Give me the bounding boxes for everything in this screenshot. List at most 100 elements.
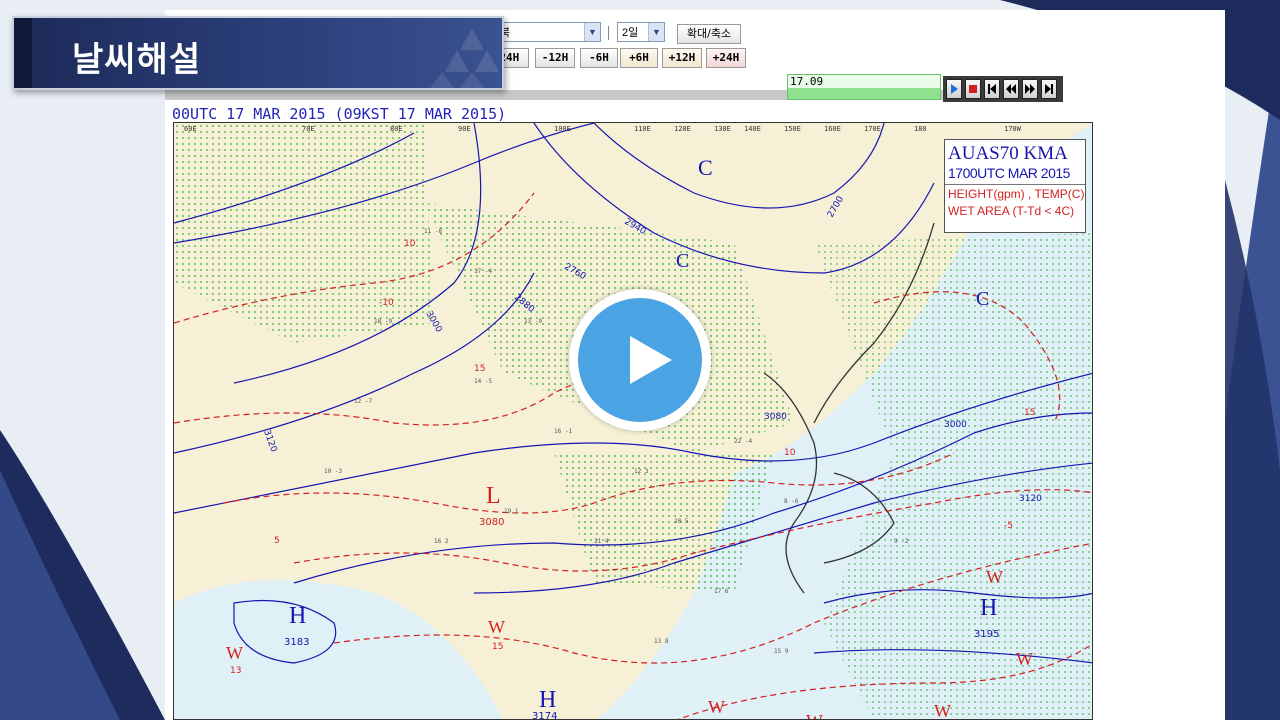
warm-center-w: W [986, 567, 1003, 587]
legend-variables: HEIGHT(gpm) , TEMP(C) [948, 187, 1085, 201]
svg-text:13 -9: 13 -9 [524, 318, 542, 325]
play-icon [951, 84, 958, 94]
svg-text:120E: 120E [674, 125, 691, 133]
skip-end-icon [1045, 84, 1053, 94]
svg-text:170W: 170W [1004, 125, 1022, 133]
step-plus-12h-button[interactable]: +12H [662, 48, 702, 68]
low-center-value: 3080 [479, 517, 504, 528]
previous-frame-button[interactable] [1003, 79, 1019, 99]
svg-text:12 -7: 12 -7 [354, 398, 372, 405]
zoom-button[interactable]: 확대/축소 [677, 24, 741, 44]
slide-title-banner: 날씨해설 [12, 16, 504, 90]
svg-text:80E: 80E [390, 125, 403, 133]
svg-text:160E: 160E [824, 125, 841, 133]
animation-controls [943, 76, 1063, 102]
svg-text:3120: 3120 [261, 429, 278, 454]
svg-text:110E: 110E [634, 125, 651, 133]
warm-center-w: W [708, 697, 725, 717]
step-minus-6h-button[interactable]: -6H [580, 48, 618, 68]
map-caption: 00UTC 17 MAR 2015 (09KST 17 MAR 2015) [172, 105, 507, 123]
warm-center-w: W [488, 617, 505, 637]
current-time-box: 17.09 [787, 74, 941, 100]
svg-text:-5: -5 [1004, 521, 1013, 531]
high-center-h: H [980, 595, 997, 621]
svg-text:15: 15 [474, 364, 485, 374]
svg-text:60E: 60E [184, 125, 197, 133]
step-plus-6h-button[interactable]: +6H [620, 48, 658, 68]
svg-text:22 -4: 22 -4 [734, 438, 752, 445]
svg-text:17 -4: 17 -4 [474, 268, 492, 275]
high-center-value: 3174 [532, 711, 557, 720]
svg-text:20 5: 20 5 [674, 518, 689, 525]
high-center-value: 3195 [974, 629, 999, 640]
legend-wet-area: WET AREA (T-Td < 4C) [948, 204, 1075, 218]
svg-text:170E: 170E [864, 125, 881, 133]
high-center-h: H [539, 687, 556, 713]
low-center-l: L [486, 483, 501, 509]
warm-center-value: 15 [492, 642, 503, 652]
svg-text:11 4: 11 4 [594, 538, 609, 545]
svg-text:10: 10 [784, 448, 796, 458]
svg-text:8 -6: 8 -6 [784, 498, 799, 505]
play-forward-button[interactable] [946, 79, 962, 99]
svg-text:17 6: 17 6 [714, 588, 729, 595]
legend-product: AUAS70 KMA [948, 143, 1068, 164]
slide-title: 날씨해설 [72, 40, 202, 80]
svg-text:10 -3: 10 -3 [324, 468, 342, 475]
period-select-value: 2일 [622, 27, 639, 39]
step-plus-24h-button[interactable]: +24H [706, 48, 746, 68]
svg-text:13 8: 13 8 [654, 638, 669, 645]
svg-text:16 2: 16 2 [434, 538, 449, 545]
svg-text:150E: 150E [784, 125, 801, 133]
fast-forward-icon [1025, 84, 1035, 94]
first-frame-button[interactable] [984, 79, 1000, 99]
cold-center-c: C [676, 250, 689, 272]
svg-text:-10: -10 [379, 298, 394, 308]
svg-text:12 3: 12 3 [634, 468, 649, 475]
cold-center-c: C [976, 288, 989, 310]
warm-center-value: 13 [230, 666, 241, 676]
svg-text:15: 15 [1024, 408, 1035, 418]
svg-text:100E: 100E [554, 125, 571, 133]
svg-text:3080: 3080 [764, 412, 787, 422]
warm-center-w: W [226, 643, 243, 663]
chevron-down-icon: ▼ [648, 23, 664, 41]
svg-text:10: 10 [404, 239, 416, 249]
svg-text:19 1: 19 1 [504, 508, 519, 515]
period-select[interactable]: 2일 ▼ [617, 22, 665, 42]
map-legend: AUAS70 KMA 1700UTC MAR 2015 HEIGHT(gpm) … [944, 139, 1086, 233]
bay-of-bengal [174, 580, 503, 719]
next-frame-button[interactable] [1022, 79, 1038, 99]
svg-text:18 -9: 18 -9 [374, 318, 392, 325]
svg-text:16 -1: 16 -1 [554, 428, 572, 435]
cold-center-c: C [698, 155, 713, 180]
svg-text:140E: 140E [744, 125, 761, 133]
svg-text:15 9: 15 9 [774, 648, 789, 655]
high-center-value: 3183 [284, 637, 309, 648]
rewind-icon [1006, 84, 1016, 94]
triangle-pattern-icon [430, 28, 499, 88]
warm-center-w: W [806, 711, 823, 720]
stop-button[interactable] [965, 79, 981, 99]
play-icon [630, 336, 672, 384]
high-center-h: H [289, 603, 306, 629]
svg-text:3000: 3000 [944, 420, 967, 430]
region-select[interactable]: 북 ▼ [495, 22, 601, 42]
svg-text:3120: 3120 [1019, 494, 1042, 504]
video-play-button[interactable] [569, 289, 711, 431]
toolbar-divider [608, 26, 609, 40]
svg-text:2700: 2700 [826, 194, 846, 219]
svg-text:5: 5 [274, 536, 280, 546]
svg-text:14 -5: 14 -5 [474, 378, 492, 385]
svg-text:130E: 130E [714, 125, 731, 133]
legend-time: 1700UTC MAR 2015 [948, 165, 1070, 181]
svg-text:180: 180 [914, 125, 927, 133]
svg-text:70E: 70E [302, 125, 315, 133]
last-frame-button[interactable] [1041, 79, 1057, 99]
step-minus-12h-button[interactable]: -12H [535, 48, 575, 68]
chevron-down-icon: ▼ [584, 23, 600, 41]
stop-icon [969, 85, 977, 93]
svg-text:9 -2: 9 -2 [894, 538, 909, 545]
svg-text:90E: 90E [458, 125, 471, 133]
current-time-label: 17.09 [790, 75, 824, 88]
